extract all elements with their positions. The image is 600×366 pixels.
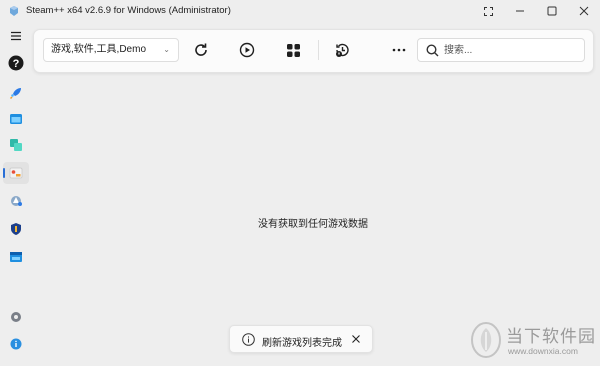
sidebar-item-about[interactable] (3, 333, 29, 355)
title-bar: Steam++ x64 v2.6.9 for Windows (Administ… (0, 0, 600, 22)
svg-text:?: ? (13, 58, 20, 70)
toast-notification: 刷新游戏列表完成 (229, 325, 373, 353)
watermark-title: 当下软件园 (506, 327, 596, 346)
sidebar-item-settings[interactable] (3, 306, 29, 328)
watermark-url: www.downxia.com (508, 346, 578, 356)
game-library-icon (9, 167, 23, 179)
window-title: Steam++ x64 v2.6.9 for Windows (Administ… (26, 5, 231, 16)
info-icon (242, 333, 255, 346)
close-button[interactable] (568, 0, 600, 22)
chevron-down-icon: ⌄ (163, 45, 170, 54)
toast-close-button[interactable] (349, 332, 363, 346)
refresh-button[interactable] (190, 39, 212, 61)
sidebar-item-help[interactable]: ? (3, 52, 29, 74)
sidebar-menu-button[interactable] (3, 25, 29, 47)
type-filter-dropdown[interactable]: 游戏,软件,工具,Demo ⌄ (43, 38, 179, 62)
watermark: 当下软件园 www.downxia.com (470, 318, 596, 364)
accounts-icon (10, 139, 22, 151)
question-icon: ? (8, 55, 24, 71)
empty-state-message: 没有获取到任何游戏数据 (258, 219, 368, 230)
toolbar-divider (318, 40, 319, 60)
minimize-button[interactable] (504, 0, 536, 22)
play-icon (239, 42, 255, 58)
arch-icon (11, 196, 22, 206)
browser-window-icon (10, 114, 22, 124)
fullscreen-icon (483, 6, 493, 16)
history-button[interactable] (331, 39, 353, 61)
sidebar-item-game-list[interactable] (3, 246, 29, 268)
info-icon (10, 338, 22, 350)
more-button[interactable] (388, 39, 410, 61)
minimize-icon (516, 10, 524, 12)
search-box (417, 38, 585, 62)
toast-message: 刷新游戏列表完成 (262, 338, 342, 349)
sidebar-item-script[interactable] (3, 108, 29, 130)
more-icon (392, 48, 406, 52)
sidebar-item-arch-proxy[interactable] (3, 190, 29, 212)
refresh-icon (195, 43, 207, 56)
close-icon (352, 335, 360, 343)
gear-icon (11, 312, 21, 322)
sidebar-item-accelerator[interactable] (3, 82, 29, 104)
grid-icon (286, 43, 300, 57)
grid-view-button[interactable] (282, 39, 304, 61)
sidebar-item-accounts[interactable] (3, 134, 29, 156)
sidebar-item-game-library[interactable] (3, 162, 29, 184)
hamburger-icon (11, 31, 21, 41)
play-button[interactable] (236, 39, 258, 61)
toolbar: 游戏,软件,工具,Demo ⌄ (33, 29, 594, 73)
folder-icon (10, 252, 22, 262)
sidebar: ? (0, 22, 32, 366)
close-icon (579, 6, 589, 16)
history-icon (336, 43, 349, 57)
watermark-logo-icon (471, 322, 501, 358)
rocket-icon (9, 88, 21, 100)
fullscreen-button[interactable] (472, 0, 504, 22)
maximize-button[interactable] (536, 0, 568, 22)
app-logo-icon (10, 6, 18, 16)
maximize-icon (547, 6, 557, 16)
type-filter-value: 游戏,软件,工具,Demo (51, 44, 147, 55)
search-icon (426, 44, 439, 57)
search-input[interactable] (444, 42, 580, 58)
